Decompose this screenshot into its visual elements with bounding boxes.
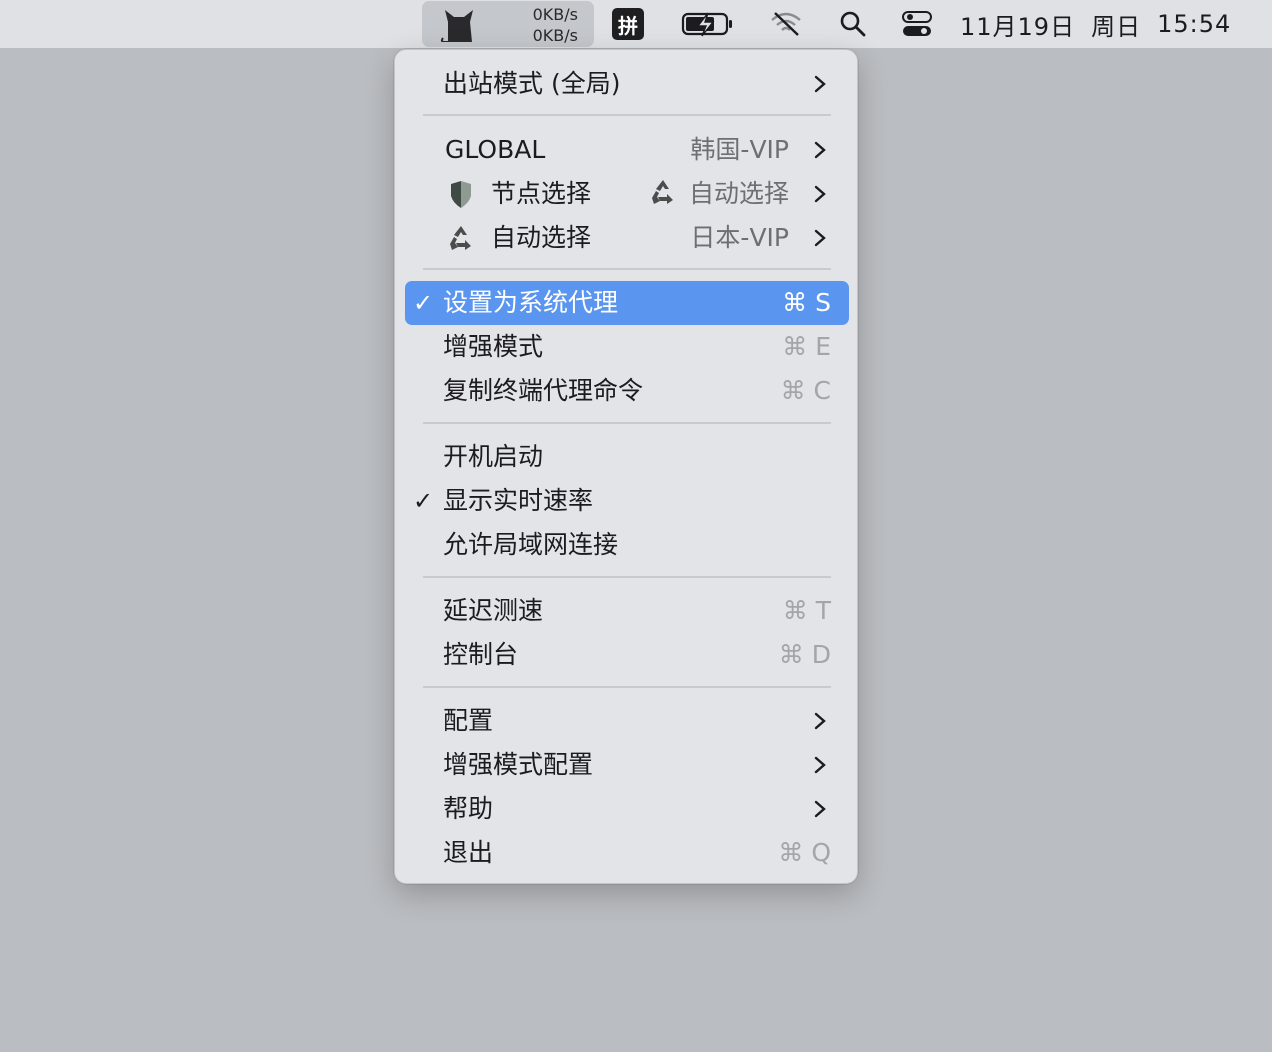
menu-item-config[interactable]: 配置: [405, 699, 849, 743]
clashx-status-item[interactable]: 0KB/s 0KB/s: [422, 1, 594, 47]
menu-item-enhanced-mode[interactable]: 增强模式 ⌘ E: [405, 325, 849, 369]
chevron-right-icon: [814, 229, 826, 247]
menu-separator: [423, 686, 831, 688]
menu-item-label: 出站模式 (全局): [443, 69, 621, 98]
keyboard-shortcut: ⌘ D: [778, 640, 831, 669]
chevron-right-icon: [814, 75, 826, 93]
group-selected-value: 自动选择: [647, 172, 789, 216]
menu-item-allow-lan[interactable]: 允许局域网连接: [405, 523, 849, 567]
keyboard-shortcut: ⌘ E: [782, 332, 831, 361]
group-name: 自动选择: [491, 223, 592, 252]
chevron-right-icon: [814, 185, 826, 203]
chevron-right-icon: [814, 141, 826, 159]
chevron-right-icon: [814, 712, 826, 730]
menu-item-quit[interactable]: 退出 ⌘ Q: [405, 831, 849, 875]
menu-item-latency-test[interactable]: 延迟测速 ⌘ T: [405, 589, 849, 633]
menu-bar: 0KB/s 0KB/s 拼 11月19日 周日 15:54: [0, 0, 1272, 48]
clock[interactable]: 11月19日 周日 15:54: [960, 0, 1250, 48]
upload-speed: 0KB/s: [532, 5, 578, 24]
group-name: GLOBAL: [445, 135, 546, 164]
menu-item-set-system-proxy[interactable]: ✓ 设置为系统代理 ⌘ S: [405, 281, 849, 325]
menu-item-label: 复制终端代理命令: [443, 376, 644, 405]
menu-item-launch-at-login[interactable]: 开机启动: [405, 435, 849, 479]
input-method-item[interactable]: 拼: [611, 0, 645, 48]
keyboard-shortcut: ⌘ S: [782, 288, 831, 317]
chevron-right-icon: [814, 800, 826, 818]
menu-item-dashboard[interactable]: 控制台 ⌘ D: [405, 633, 849, 677]
group-selected-value: 日本-VIP: [690, 223, 789, 252]
checkmark-icon: ✓: [413, 487, 434, 515]
cat-app-icon: [440, 10, 473, 42]
menu-item-group-global[interactable]: GLOBAL 韩国-VIP: [405, 128, 849, 172]
recycle-icon: [450, 226, 471, 250]
battery-charging-icon: [681, 12, 732, 37]
menu-item-label: 配置: [443, 706, 494, 735]
menu-separator: [423, 576, 831, 578]
wifi-off-icon: [771, 12, 801, 36]
group-name: 节点选择: [491, 179, 592, 208]
control-center-item[interactable]: [898, 0, 936, 48]
menu-item-enhanced-config[interactable]: 增强模式配置: [405, 743, 849, 787]
menu-item-group-auto-select[interactable]: 自动选择 日本-VIP: [405, 216, 849, 260]
clock-date: 11月19日: [960, 12, 1076, 41]
menu-item-group-node-select[interactable]: 节点选择 自动选择: [405, 172, 849, 216]
menu-item-outbound-mode[interactable]: 出站模式 (全局): [405, 62, 849, 106]
keyboard-shortcut: ⌘ C: [780, 376, 831, 405]
clock-time: 15:54: [1157, 10, 1232, 38]
keyboard-shortcut: ⌘ T: [782, 596, 831, 625]
spotlight-item[interactable]: [836, 0, 870, 48]
menu-separator: [423, 114, 831, 116]
menu-item-label: 显示实时速率: [443, 486, 594, 515]
menu-item-label: 帮助: [443, 794, 494, 823]
search-icon: [840, 11, 866, 37]
menu-item-label: 允许局域网连接: [443, 530, 619, 559]
recycle-icon: [651, 180, 673, 204]
menu-item-copy-terminal-command[interactable]: 复制终端代理命令 ⌘ C: [405, 369, 849, 413]
menu-item-label: 开机启动: [443, 442, 544, 471]
shield-icon: [451, 181, 471, 208]
pinyin-input-icon: 拼: [612, 8, 644, 40]
wifi-item[interactable]: [766, 0, 806, 48]
speed-readout: 0KB/s 0KB/s: [522, 4, 578, 46]
battery-item[interactable]: [680, 0, 736, 48]
clashx-menu: 出站模式 (全局) GLOBAL 韩国-VIP 节点选择 自动选择 自动选择 日…: [394, 49, 858, 884]
menu-item-label: 延迟测速: [443, 596, 544, 625]
control-center-icon: [902, 11, 932, 36]
download-speed: 0KB/s: [532, 26, 578, 45]
menu-item-label: 设置为系统代理: [443, 288, 619, 317]
chevron-right-icon: [814, 756, 826, 774]
menu-item-label: 退出: [443, 838, 494, 867]
menu-separator: [423, 268, 831, 270]
group-selected-text: 自动选择: [688, 179, 789, 208]
group-selected-value: 韩国-VIP: [690, 135, 789, 164]
checkmark-icon: ✓: [413, 289, 434, 317]
keyboard-shortcut: ⌘ Q: [778, 838, 831, 867]
menu-item-label: 增强模式配置: [443, 750, 594, 779]
menu-item-help[interactable]: 帮助: [405, 787, 849, 831]
menu-item-show-speed[interactable]: ✓ 显示实时速率: [405, 479, 849, 523]
menu-item-label: 控制台: [443, 640, 519, 669]
menu-item-label: 增强模式: [443, 332, 544, 361]
menu-separator: [423, 422, 831, 424]
clock-weekday: 周日: [1091, 12, 1142, 41]
